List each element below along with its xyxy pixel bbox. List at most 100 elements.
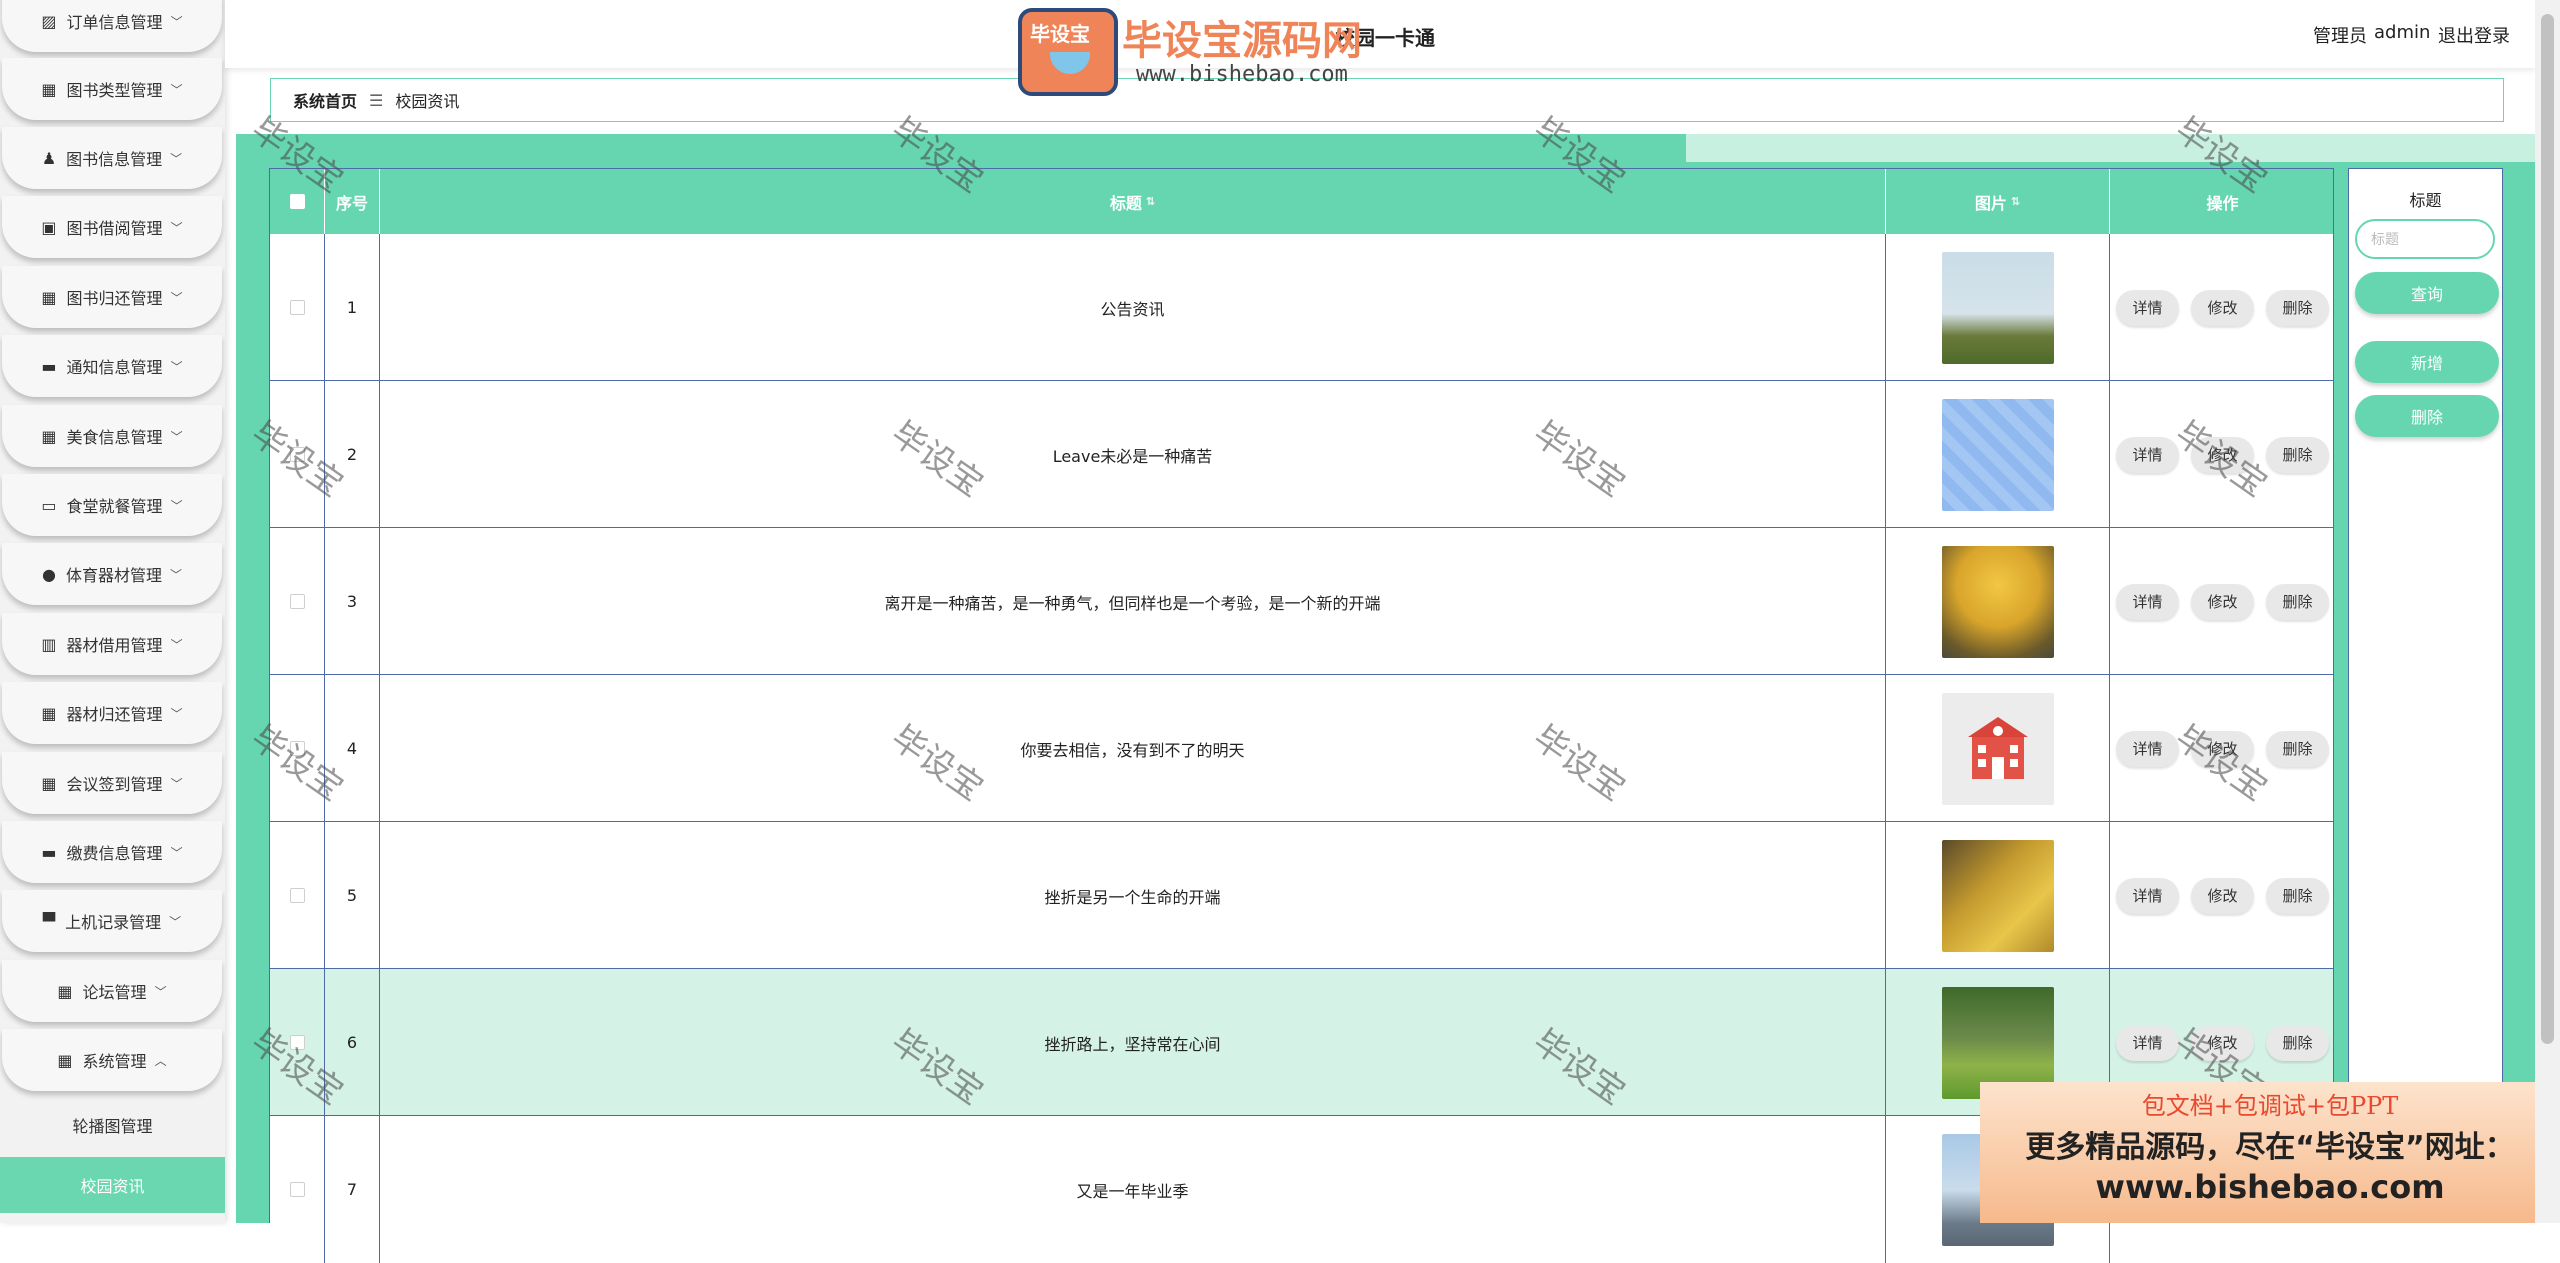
row-title: 挫折是另一个生命的开端 [380, 822, 1886, 969]
row-checkbox[interactable] [289, 888, 305, 903]
menu-icon: ☰ [369, 90, 384, 110]
sort-icon[interactable]: ⇅ [2011, 195, 2020, 208]
table-header: 序号 标题 ⇅ 图片 ⇅ 操作 [270, 169, 2333, 234]
edit-button[interactable]: 修改 [2191, 1024, 2254, 1061]
detail-button[interactable]: 详情 [2116, 877, 2179, 914]
sidebar-item-label: 缴费信息管理 [66, 844, 163, 863]
delete-button[interactable]: 删除 [2266, 877, 2329, 914]
sidebar-item-sports-equipment[interactable]: ● 体育器材管理 ﹀ [2, 543, 222, 605]
delete-button[interactable]: 删除 [2266, 289, 2329, 326]
chart-icon: ▨ [41, 11, 57, 31]
sidebar-item-forum[interactable]: ▦ 论坛管理 ﹀ [2, 960, 222, 1022]
sidebar-item-book-return[interactable]: ▦ 图书归还管理 ﹀ [2, 266, 222, 328]
row-checkbox[interactable] [289, 300, 305, 315]
edit-button[interactable]: 修改 [2191, 583, 2254, 620]
sidebar-item-meeting-checkin[interactable]: ▦ 会议签到管理 ﹀ [2, 752, 222, 814]
query-button[interactable]: 查询 [2355, 272, 2499, 314]
row-select[interactable] [270, 1116, 325, 1263]
news-thumbnail[interactable] [1941, 545, 2054, 658]
row-title: 离开是一种痛苦，是一种勇气，但同样也是一个考验，是一个新的开端 [380, 528, 1886, 675]
detail-button[interactable]: 详情 [2116, 436, 2179, 473]
sidebar-item-notice[interactable]: ▬ 通知信息管理 ﹀ [2, 335, 222, 397]
row-title: 挫折路上，坚持常在心间 [380, 969, 1886, 1116]
row-checkbox[interactable] [289, 1035, 305, 1050]
sidebar-subitem-carousel[interactable]: 轮播图管理 [0, 1097, 225, 1153]
chair-icon: ▬ [41, 356, 57, 376]
sidebar-item-label: 图书信息管理 [66, 150, 163, 169]
sidebar-item-book-info[interactable]: ♟ 图书信息管理 ﹀ [2, 127, 222, 189]
detail-button[interactable]: 详情 [2116, 583, 2179, 620]
promo-line-2: 更多精品源码，尽在“毕设宝”网址： [2025, 1130, 2515, 1165]
sidebar-item-food[interactable]: ▦ 美食信息管理 ﹀ [2, 405, 222, 467]
detail-button[interactable]: 详情 [2116, 289, 2179, 326]
row-select[interactable] [270, 822, 325, 969]
row-title: Leave未必是一种痛苦 [380, 381, 1886, 528]
delete-button[interactable]: 删除 [2266, 1024, 2329, 1061]
row-select[interactable] [270, 234, 325, 381]
header-image-label: 图片 [1974, 193, 2007, 213]
sidebar-item-canteen[interactable]: ▭ 食堂就餐管理 ﹀ [2, 474, 222, 536]
select-all-checkbox[interactable] [289, 194, 305, 209]
edit-button[interactable]: 修改 [2191, 730, 2254, 767]
header-select-all[interactable] [270, 169, 325, 234]
detail-button[interactable]: 详情 [2116, 1024, 2179, 1061]
news-thumbnail[interactable] [1941, 398, 2054, 511]
sidebar-item-computer-record[interactable]: ▀ 上机记录管理 ﹀ [2, 890, 222, 952]
sidebar-item-label: 食堂就餐管理 [66, 497, 163, 516]
sort-icon[interactable]: ⇅ [1146, 195, 1155, 208]
sidebar-item-payment[interactable]: ▬ 缴费信息管理 ﹀ [2, 821, 222, 883]
news-thumbnail[interactable] [1941, 692, 2054, 805]
row-actions: 详情 修改 删除 [2110, 822, 2335, 969]
sidebar-item-equipment-borrow[interactable]: ▥ 器材借用管理 ﹀ [2, 613, 222, 675]
news-thumbnail[interactable] [1941, 251, 2054, 364]
sidebar-item-system[interactable]: ▦ 系统管理 ︿ [2, 1029, 222, 1091]
sidebar-subitem-label: 校园资讯 [80, 1177, 145, 1196]
row-actions: 详情 修改 删除 [2110, 234, 2335, 381]
delete-button[interactable]: 删除 [2266, 583, 2329, 620]
row-index: 7 [325, 1116, 380, 1263]
chevron-down-icon: ﹀ [154, 984, 167, 999]
header-title[interactable]: 标题 ⇅ [380, 169, 1886, 234]
add-button[interactable]: 新增 [2355, 341, 2499, 383]
sidebar-item-equipment-return[interactable]: ▦ 器材归还管理 ﹀ [2, 682, 222, 744]
row-checkbox[interactable] [289, 1182, 305, 1197]
row-actions: 详情 修改 删除 [2110, 528, 2335, 675]
header-image[interactable]: 图片 ⇅ [1886, 169, 2110, 234]
chat-icon: ▭ [41, 495, 57, 515]
row-checkbox[interactable] [289, 594, 305, 609]
batch-delete-button[interactable]: 删除 [2355, 395, 2499, 437]
title-search-input[interactable] [2355, 219, 2495, 259]
logout-link[interactable]: 退出登录 [2438, 22, 2510, 48]
breadcrumb: 系统首页 ☰ 校园资讯 [270, 78, 2504, 122]
row-image-cell [1886, 528, 2110, 675]
row-image-cell [1886, 822, 2110, 969]
chevron-down-icon: ﹀ [169, 567, 182, 582]
chevron-down-icon: ﹀ [170, 359, 183, 374]
news-thumbnail[interactable] [1941, 839, 2054, 952]
edit-button[interactable]: 修改 [2191, 436, 2254, 473]
sidebar-item-book-type[interactable]: ▦ 图书类型管理 ﹀ [2, 58, 222, 120]
edit-button[interactable]: 修改 [2191, 289, 2254, 326]
sidebar-item-order-info[interactable]: ▨ 订单信息管理 ﹀ [2, 0, 222, 52]
sidebar-item-book-borrow[interactable]: ▣ 图书借阅管理 ﹀ [2, 196, 222, 258]
row-checkbox[interactable] [289, 447, 305, 462]
sidebar-item-label: 美食信息管理 [66, 428, 163, 447]
detail-button[interactable]: 详情 [2116, 730, 2179, 767]
sidebar-subitem-campus-news[interactable]: 校园资讯 [0, 1157, 225, 1213]
row-checkbox[interactable] [289, 741, 305, 756]
row-select[interactable] [270, 969, 325, 1116]
delete-button[interactable]: 删除 [2266, 436, 2329, 473]
row-index: 5 [325, 822, 380, 969]
edit-button[interactable]: 修改 [2191, 877, 2254, 914]
clipboard-icon: ▣ [41, 217, 57, 237]
page-scrollbar[interactable] [2535, 0, 2560, 1223]
row-select[interactable] [270, 528, 325, 675]
row-select[interactable] [270, 381, 325, 528]
breadcrumb-home[interactable]: 系统首页 [293, 88, 357, 112]
scrollbar-thumb[interactable] [2541, 14, 2554, 1044]
grid-icon: ▦ [41, 426, 57, 446]
row-index: 4 [325, 675, 380, 822]
delete-button[interactable]: 删除 [2266, 730, 2329, 767]
row-select[interactable] [270, 675, 325, 822]
grid-icon: ▦ [41, 287, 57, 307]
